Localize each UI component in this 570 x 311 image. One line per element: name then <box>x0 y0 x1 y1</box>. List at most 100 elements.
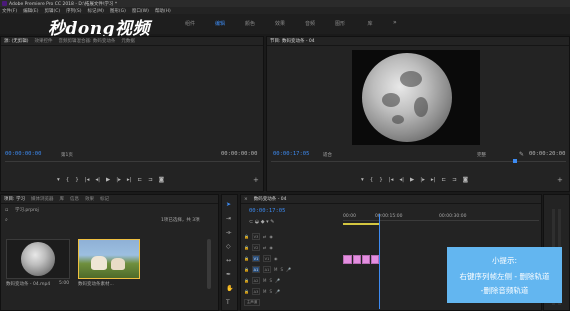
workspace-more-button[interactable]: » <box>393 19 397 26</box>
eye-icon[interactable]: ◉ <box>269 245 273 250</box>
project-item-label[interactable]: 数码变动条素材... <box>78 281 114 287</box>
tab-effects[interactable]: 效果 <box>85 196 94 202</box>
eye-icon[interactable]: ◉ <box>274 256 278 261</box>
snap-icon[interactable]: ⊂ ◒ ◆ ▾ ✎ <box>249 219 274 225</box>
insert-icon[interactable]: ⊏ <box>138 177 143 183</box>
menu-sequence[interactable]: 序列(S) <box>66 8 81 14</box>
program-playhead[interactable] <box>513 159 517 163</box>
source-time-ruler[interactable] <box>5 161 260 166</box>
program-fit-select[interactable]: 适合 <box>323 152 332 158</box>
menu-graphics[interactable]: 图形(G) <box>110 8 126 14</box>
source-timecode[interactable]: 00:00:00:00 <box>5 151 41 157</box>
program-timecode[interactable]: 00:00:17:05 <box>273 151 309 157</box>
tab-info[interactable]: 信息 <box>70 196 79 202</box>
tab-metadata[interactable]: 元数据 <box>121 38 135 44</box>
tab-libraries[interactable]: 库 <box>59 196 64 202</box>
camera-icon[interactable]: ◙ <box>159 177 164 183</box>
menu-edit[interactable]: 编辑(E) <box>23 8 38 14</box>
slip-tool-icon[interactable]: ↔ <box>226 257 231 264</box>
sync-icon[interactable]: ⇄ <box>263 245 266 250</box>
track-select-tool-icon[interactable]: ⇥ <box>226 215 231 222</box>
project-scrollbar[interactable] <box>207 239 211 289</box>
workspace-tab-effects[interactable]: 效果 <box>265 20 295 27</box>
lock-icon[interactable]: 🔒 <box>244 245 249 250</box>
program-time-ruler[interactable] <box>271 161 566 166</box>
menu-marker[interactable]: 标记(M) <box>88 8 104 14</box>
menu-help[interactable]: 帮助(H) <box>155 8 171 14</box>
workspace-tab-libraries[interactable]: 库 <box>355 20 385 27</box>
marker-icon[interactable]: ▾ <box>361 177 364 183</box>
mark-in-icon[interactable]: { <box>370 177 374 183</box>
mic-icon[interactable]: 🎤 <box>286 267 291 272</box>
go-to-out-icon[interactable]: ▸| <box>127 177 132 183</box>
timeline-clip[interactable] <box>353 255 361 264</box>
track-a1-label[interactable]: A1 <box>262 266 271 273</box>
workspace-tab-audio[interactable]: 音频 <box>295 20 325 27</box>
workspace-tab-editing[interactable]: 编辑 <box>205 20 235 27</box>
go-to-in-icon[interactable]: |◂ <box>85 177 90 183</box>
hand-tool-icon[interactable]: ✋ <box>226 285 233 292</box>
go-to-in-icon[interactable]: |◂ <box>389 177 394 183</box>
mark-out-icon[interactable]: } <box>379 177 383 183</box>
lift-icon[interactable]: ⊏ <box>442 177 447 183</box>
type-tool-icon[interactable]: T <box>226 299 230 306</box>
lock-icon[interactable]: 🔒 <box>244 234 249 239</box>
mute-icon[interactable]: M <box>263 289 266 294</box>
timeline-clip[interactable] <box>362 255 370 264</box>
ripple-edit-tool-icon[interactable]: ⟛ <box>226 229 231 237</box>
lock-icon[interactable]: 🔒 <box>244 256 249 261</box>
tab-program[interactable]: 节目: 数码变动条 - 04 <box>270 38 315 44</box>
tab-audio-clip-mixer[interactable]: 音频剪辑混合器: 数码变动条 <box>58 38 115 44</box>
project-item-label[interactable]: 数码变动条 - 04.mp4 <box>6 281 50 287</box>
mark-in-icon[interactable]: { <box>66 177 70 183</box>
tab-sequence[interactable]: 数码变动条 - 04 <box>254 196 287 202</box>
tab-media-browser[interactable]: 媒体浏览器 <box>31 196 54 202</box>
track-a3-label[interactable]: A3 <box>251 288 260 295</box>
track-a1-source[interactable]: A1 <box>251 266 260 273</box>
step-back-icon[interactable]: ◂| <box>399 177 404 183</box>
solo-icon[interactable]: S <box>269 278 272 283</box>
go-to-out-icon[interactable]: ▸| <box>431 177 436 183</box>
track-v3-label[interactable]: V3 <box>251 233 260 240</box>
source-add-button-icon[interactable]: + <box>253 176 259 184</box>
source-page-select[interactable]: 第1页 <box>61 152 73 158</box>
mic-icon[interactable]: 🎤 <box>275 289 280 294</box>
track-v1-source[interactable]: V1 <box>251 255 260 262</box>
tab-project[interactable]: 项目: 学习 <box>4 196 25 202</box>
wrench-icon[interactable]: ✎ <box>519 151 524 158</box>
close-icon[interactable]: × <box>244 197 248 202</box>
search-icon[interactable]: ⌕ <box>5 217 8 223</box>
mute-icon[interactable]: M <box>274 267 277 272</box>
project-item-thumbnail-selected[interactable] <box>78 239 140 279</box>
tab-effect-controls[interactable]: 效果控件 <box>34 38 52 44</box>
menu-clip[interactable]: 剪辑(C) <box>44 8 60 14</box>
play-icon[interactable]: ▶ <box>106 177 110 183</box>
workspace-tab-color[interactable]: 颜色 <box>235 20 265 27</box>
timeline-timecode[interactable]: 00:00:17:05 <box>249 208 285 214</box>
step-back-icon[interactable]: ◂| <box>95 177 100 183</box>
timeline-clip[interactable] <box>343 255 352 264</box>
tab-source[interactable]: 源: (无剪辑) <box>4 38 28 44</box>
play-icon[interactable]: ▶ <box>410 177 414 183</box>
timeline-clip[interactable] <box>371 255 379 264</box>
menu-file[interactable]: 文件(F) <box>2 8 17 14</box>
program-quality-select[interactable]: 完整 <box>477 152 486 158</box>
selection-tool-icon[interactable]: ➤ <box>226 201 231 208</box>
program-add-button-icon[interactable]: + <box>557 176 563 184</box>
solo-icon[interactable]: S <box>269 289 272 294</box>
workspace-tab-assembly[interactable]: 组件 <box>175 20 205 27</box>
solo-icon[interactable]: S <box>280 267 283 272</box>
overwrite-icon[interactable]: ⊐ <box>148 177 153 183</box>
razor-tool-icon[interactable]: ◇ <box>226 243 231 250</box>
pen-tool-icon[interactable]: ✒ <box>226 271 231 278</box>
mic-icon[interactable]: 🎤 <box>275 278 280 283</box>
project-item-thumbnail[interactable] <box>6 239 70 279</box>
timeline-playhead[interactable] <box>379 214 380 309</box>
camera-icon[interactable]: ◙ <box>463 177 468 183</box>
lock-icon[interactable]: 🔒 <box>244 267 249 272</box>
lock-icon[interactable]: 🔒 <box>244 289 249 294</box>
track-v1-label[interactable]: V1 <box>262 255 271 262</box>
work-area-bar[interactable] <box>343 223 379 225</box>
mark-out-icon[interactable]: } <box>75 177 79 183</box>
workspace-tab-graphics[interactable]: 图形 <box>325 20 355 27</box>
